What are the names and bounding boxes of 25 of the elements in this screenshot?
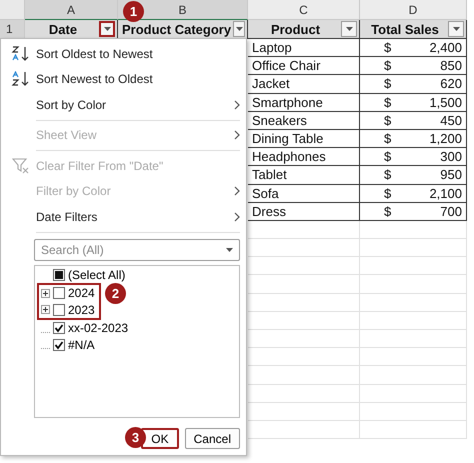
table-cell: Jacket <box>248 75 360 94</box>
table-cell: $ 850 <box>360 57 467 76</box>
table-cell: Headphones <box>248 148 360 166</box>
table-cell: Office Chair <box>248 57 360 76</box>
table-cell: $ 450 <box>360 112 467 130</box>
table-cell: $ 300 <box>360 148 467 166</box>
header-label: Total Sales <box>370 22 440 36</box>
row-number: 1 <box>0 20 25 39</box>
table-cell: Tablet <box>248 166 360 184</box>
table-cell: Smartphone <box>248 94 360 112</box>
table-cell: $ 950 <box>360 166 467 184</box>
table-cell: Laptop <box>248 39 360 58</box>
table-cell: Sneakers <box>248 112 360 130</box>
table-cell: Sofa <box>248 184 360 203</box>
table-cell: $ 620 <box>360 75 467 94</box>
table-cell: $ 700 <box>360 202 467 221</box>
header-label: Product <box>270 22 322 36</box>
table-cell: Dress <box>248 202 360 221</box>
table-cell: $ 1,200 <box>360 130 467 148</box>
table-cell: $ 1,500 <box>360 94 467 112</box>
table-cell: $ 2,400 <box>360 39 467 58</box>
header-label: Date <box>48 22 78 36</box>
header-label: Product Category <box>122 22 232 36</box>
table-cell: Dining Table <box>248 130 360 148</box>
table-cell: $ 2,100 <box>360 184 467 203</box>
